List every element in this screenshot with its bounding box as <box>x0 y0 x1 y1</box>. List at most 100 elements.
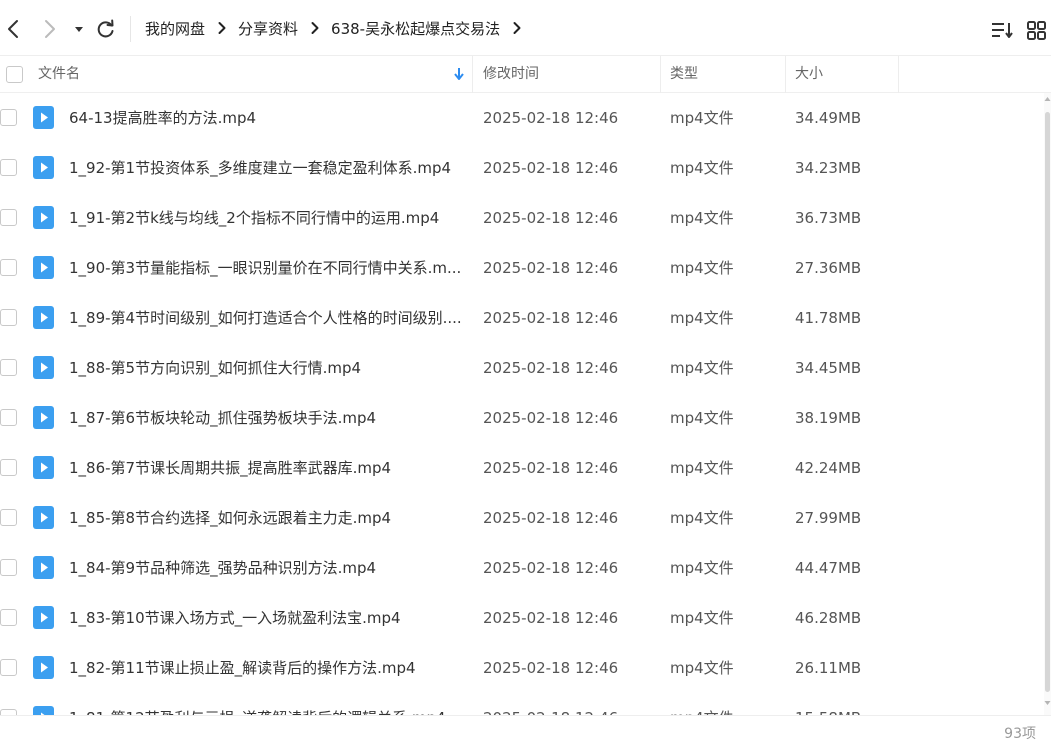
row-checkbox[interactable] <box>0 209 17 226</box>
file-size: 34.45MB <box>795 359 862 377</box>
column-header: 文件名 修改时间 类型 大小 <box>0 56 1051 93</box>
row-checkbox[interactable] <box>0 509 17 526</box>
column-divider[interactable] <box>785 56 786 93</box>
file-name[interactable]: 1_82-第11节课止损止盈_解读背后的操作方法.mp4 <box>69 643 461 693</box>
row-checkbox[interactable] <box>0 409 17 426</box>
list-item[interactable]: 1_85-第8节合约选择_如何永远跟着主力走.mp4 2025-02-18 12… <box>0 493 1051 543</box>
file-size: 27.99MB <box>795 509 862 527</box>
select-all-checkbox[interactable] <box>6 66 23 83</box>
list-item[interactable]: 1_88-第5节方向识别_如何抓住大行情.mp4 2025-02-18 12:4… <box>0 343 1051 393</box>
item-count: 93项 <box>1004 726 1036 742</box>
file-type: mp4文件 <box>670 309 734 327</box>
column-divider[interactable] <box>660 56 661 93</box>
row-checkbox[interactable] <box>0 609 17 626</box>
video-file-icon <box>33 606 54 629</box>
list-item[interactable]: 1_90-第3节量能指标_一眼识别量价在不同行情中关系.m... 2025-02… <box>0 243 1051 293</box>
column-divider[interactable] <box>472 56 473 93</box>
file-type: mp4文件 <box>670 659 734 677</box>
row-checkbox[interactable] <box>0 259 17 276</box>
row-checkbox[interactable] <box>0 159 17 176</box>
breadcrumb: 我的网盘 分享资料 638-吴永松起爆点交易法 <box>145 0 533 56</box>
file-date: 2025-02-18 12:46 <box>483 509 619 527</box>
scroll-up-arrow-icon[interactable] <box>1044 96 1051 102</box>
row-checkbox[interactable] <box>0 309 17 326</box>
refresh-icon[interactable] <box>94 16 118 42</box>
video-file-icon <box>33 406 54 429</box>
file-size: 27.36MB <box>795 259 862 277</box>
grid-view-icon[interactable] <box>1025 18 1051 42</box>
column-name[interactable]: 文件名 <box>38 56 80 93</box>
file-name[interactable]: 1_83-第10节课入场方式_一入场就盈利法宝.mp4 <box>69 593 461 643</box>
list-item[interactable]: 1_83-第10节课入场方式_一入场就盈利法宝.mp4 2025-02-18 1… <box>0 593 1051 643</box>
list-item[interactable]: 1_81-第12节盈利与亏损_逆袭解读背后的逻辑关系.mp4 2025-02-1… <box>0 693 1051 715</box>
column-divider[interactable] <box>898 56 899 93</box>
list-item[interactable]: 1_87-第6节板块轮动_抓住强势板块手法.mp4 2025-02-18 12:… <box>0 393 1051 443</box>
video-file-icon <box>33 256 54 279</box>
column-modified[interactable]: 修改时间 <box>483 56 539 93</box>
toolbar-divider <box>130 16 131 42</box>
row-checkbox[interactable] <box>0 559 17 576</box>
video-file-icon <box>33 206 54 229</box>
video-file-icon <box>33 706 54 715</box>
file-date: 2025-02-18 12:46 <box>483 459 619 477</box>
file-name[interactable]: 1_88-第5节方向识别_如何抓住大行情.mp4 <box>69 343 461 393</box>
file-name[interactable]: 1_81-第12节盈利与亏损_逆袭解读背后的逻辑关系.mp4 <box>69 693 461 715</box>
file-date: 2025-02-18 12:46 <box>483 559 619 577</box>
list-item[interactable]: 1_89-第4节时间级别_如何打造适合个人性格的时间级别.... 2025-02… <box>0 293 1051 343</box>
list-item[interactable]: 1_82-第11节课止损止盈_解读背后的操作方法.mp4 2025-02-18 … <box>0 643 1051 693</box>
file-type: mp4文件 <box>670 109 734 127</box>
file-name[interactable]: 1_89-第4节时间级别_如何打造适合个人性格的时间级别.... <box>69 293 461 343</box>
scroll-down-arrow-icon[interactable] <box>1044 700 1051 706</box>
breadcrumb-item-shared[interactable]: 分享资料 <box>238 18 298 39</box>
dropdown-triangle-icon[interactable] <box>72 16 86 42</box>
column-size[interactable]: 大小 <box>795 56 823 93</box>
video-file-icon <box>33 456 54 479</box>
video-file-icon <box>33 356 54 379</box>
file-type: mp4文件 <box>670 609 734 627</box>
list-item[interactable]: 1_91-第2节k线与均线_2个指标不同行情中的运用.mp4 2025-02-1… <box>0 193 1051 243</box>
file-type: mp4文件 <box>670 159 734 177</box>
video-file-icon <box>33 306 54 329</box>
breadcrumb-item-my-drive[interactable]: 我的网盘 <box>145 18 205 39</box>
file-list: 64-13提高胜率的方法.mp4 2025-02-18 12:46 mp4文件 … <box>0 93 1051 715</box>
row-checkbox[interactable] <box>0 459 17 476</box>
chevron-right-icon <box>218 22 226 34</box>
file-type: mp4文件 <box>670 459 734 477</box>
column-type[interactable]: 类型 <box>670 56 698 93</box>
file-name[interactable]: 1_92-第1节投资体系_多维度建立一套稳定盈利体系.mp4 <box>69 143 461 193</box>
scrollbar-thumb[interactable] <box>1045 112 1050 692</box>
back-arrow-icon[interactable] <box>2 16 26 42</box>
file-size: 34.23MB <box>795 159 862 177</box>
list-item[interactable]: 1_92-第1节投资体系_多维度建立一套稳定盈利体系.mp4 2025-02-1… <box>0 143 1051 193</box>
file-name[interactable]: 1_84-第9节品种筛选_强势品种识别方法.mp4 <box>69 543 461 593</box>
file-size: 46.28MB <box>795 609 862 627</box>
file-name[interactable]: 1_87-第6节板块轮动_抓住强势板块手法.mp4 <box>69 393 461 443</box>
toolbar: 我的网盘 分享资料 638-吴永松起爆点交易法 <box>0 0 1051 56</box>
file-date: 2025-02-18 12:46 <box>483 259 619 277</box>
file-date: 2025-02-18 12:46 <box>483 209 619 227</box>
row-checkbox[interactable] <box>0 109 17 126</box>
list-item[interactable]: 1_86-第7节课长周期共振_提高胜率武器库.mp4 2025-02-18 12… <box>0 443 1051 493</box>
video-file-icon <box>33 506 54 529</box>
file-name[interactable]: 64-13提高胜率的方法.mp4 <box>69 93 461 143</box>
sort-list-icon[interactable] <box>990 18 1016 42</box>
file-name[interactable]: 1_86-第7节课长周期共振_提高胜率武器库.mp4 <box>69 443 461 493</box>
sort-down-arrow-icon[interactable] <box>453 67 465 83</box>
breadcrumb-item-current-folder[interactable]: 638-吴永松起爆点交易法 <box>331 18 500 39</box>
row-checkbox[interactable] <box>0 359 17 376</box>
video-file-icon <box>33 106 54 129</box>
file-size: 34.49MB <box>795 109 862 127</box>
list-item[interactable]: 64-13提高胜率的方法.mp4 2025-02-18 12:46 mp4文件 … <box>0 93 1051 143</box>
list-item[interactable]: 1_84-第9节品种筛选_强势品种识别方法.mp4 2025-02-18 12:… <box>0 543 1051 593</box>
file-name[interactable]: 1_85-第8节合约选择_如何永远跟着主力走.mp4 <box>69 493 461 543</box>
file-date: 2025-02-18 12:46 <box>483 409 619 427</box>
file-name[interactable]: 1_90-第3节量能指标_一眼识别量价在不同行情中关系.m... <box>69 243 461 293</box>
forward-arrow-icon[interactable] <box>37 16 61 42</box>
file-size: 41.78MB <box>795 309 862 327</box>
file-date: 2025-02-18 12:46 <box>483 659 619 677</box>
row-checkbox[interactable] <box>0 659 17 676</box>
file-name[interactable]: 1_91-第2节k线与均线_2个指标不同行情中的运用.mp4 <box>69 193 461 243</box>
chevron-right-icon[interactable] <box>512 21 522 35</box>
file-type: mp4文件 <box>670 259 734 277</box>
file-date: 2025-02-18 12:46 <box>483 109 619 127</box>
